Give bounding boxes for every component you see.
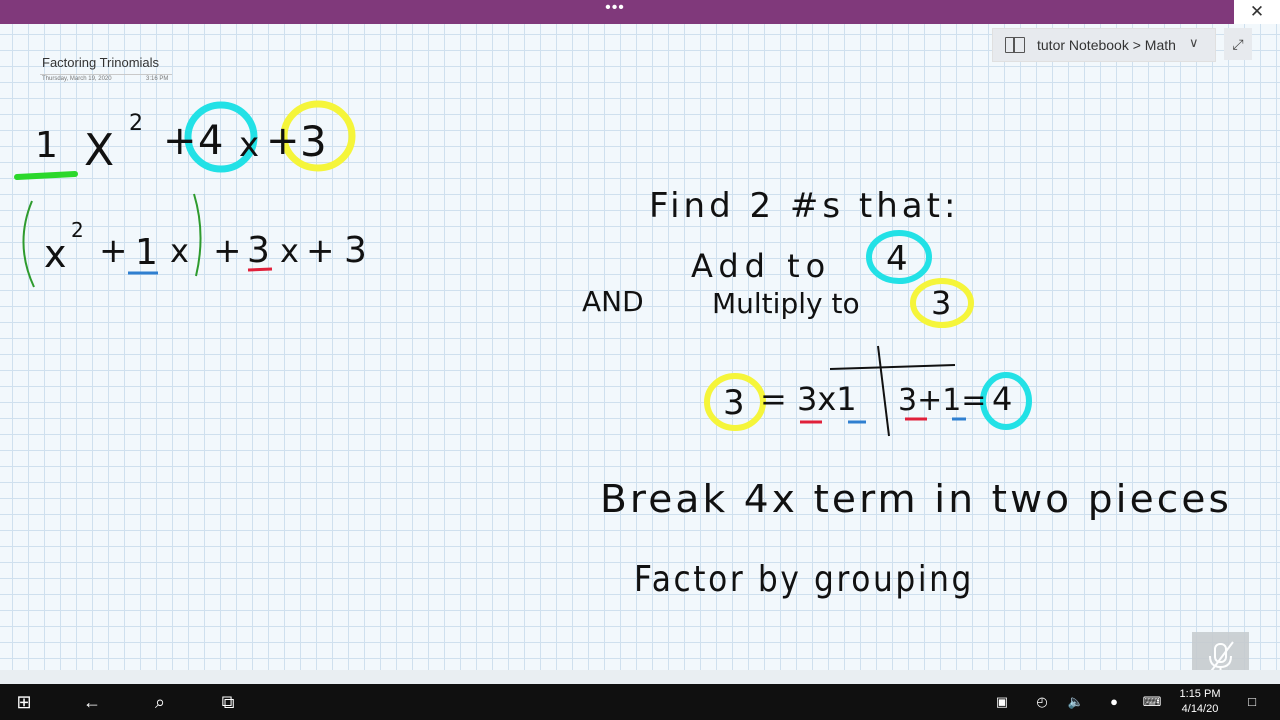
ink-3: 3 bbox=[300, 117, 327, 166]
green-paren-close bbox=[193, 193, 202, 277]
taskbar: ⊞ ← ⌕ ⧉ ▣ ◴ 🔈 ● ⌨ 1:15 PM 4/14/20 □ bbox=[0, 684, 1280, 720]
battery-icon[interactable]: ▣ bbox=[990, 684, 1014, 720]
horizontal-scrollbar[interactable] bbox=[0, 670, 1280, 684]
wifi-icon[interactable]: ◴ bbox=[1030, 684, 1054, 720]
close-button[interactable]: ✕ bbox=[1234, 0, 1280, 24]
green-underline bbox=[14, 171, 78, 180]
back-arrow-icon[interactable]: ← bbox=[68, 684, 116, 720]
t-chart-horizontal bbox=[829, 364, 956, 370]
ink-sum: 3+1= bbox=[898, 383, 986, 418]
clock-date: 4/14/20 bbox=[1181, 703, 1219, 715]
microphone-icon[interactable]: ● bbox=[1102, 684, 1126, 720]
ink-exponent-2: 2 bbox=[129, 111, 143, 136]
ink-x3: x bbox=[44, 232, 67, 276]
ink-1: 1 bbox=[135, 232, 158, 273]
ink-plus3: + bbox=[99, 231, 128, 271]
title-bar: ••• ✕ bbox=[0, 0, 1280, 24]
ink-x2: x bbox=[239, 125, 259, 165]
ink-product-rhs: = 3x1 bbox=[760, 380, 857, 418]
ink-factor: Factor by grouping bbox=[634, 559, 974, 600]
ink-3c: 3 bbox=[344, 230, 367, 271]
note-canvas[interactable]: Factoring Trinomials Thursday, March 19,… bbox=[0, 24, 1280, 684]
search-icon[interactable]: ⌕ bbox=[136, 684, 184, 720]
ink-multiply: Multiply to bbox=[712, 287, 860, 320]
ink-x4: x bbox=[170, 232, 189, 270]
ink-x: X bbox=[84, 125, 114, 176]
ink-4: 4 bbox=[198, 118, 223, 164]
ink-find: Find 2 #s that: bbox=[649, 186, 959, 226]
ink-plus5: + bbox=[306, 231, 335, 271]
ink-layer: 1 X 2 + 4 x + 3 x 2 + 1 x + 3 x + 3 Find… bbox=[14, 100, 1232, 600]
ink-and: AND bbox=[582, 285, 644, 318]
ink-break: Break 4x term in two pieces bbox=[600, 477, 1232, 521]
notifications-icon[interactable]: □ bbox=[1238, 684, 1266, 720]
ink-product-lhs: 3 bbox=[723, 383, 745, 423]
t-chart-vertical bbox=[877, 345, 890, 437]
more-options-dots[interactable]: ••• bbox=[598, 0, 632, 24]
task-view-icon[interactable]: ⧉ bbox=[204, 684, 252, 720]
start-button[interactable]: ⊞ bbox=[0, 684, 48, 720]
green-paren bbox=[22, 200, 35, 288]
red-underline-3 bbox=[247, 267, 273, 272]
ink-add: Add to bbox=[691, 247, 831, 285]
ink-x5: x bbox=[280, 232, 299, 270]
ink-plus2: + bbox=[266, 118, 300, 164]
volume-icon[interactable]: 🔈 bbox=[1064, 684, 1088, 720]
ink-add-value: 4 bbox=[886, 239, 908, 279]
ink-sum-value: 4 bbox=[992, 380, 1012, 418]
ink-multiply-value: 3 bbox=[931, 284, 951, 322]
keyboard-icon[interactable]: ⌨ bbox=[1138, 684, 1166, 720]
system-clock[interactable]: 1:15 PM 4/14/20 bbox=[1170, 687, 1230, 717]
ink-coef-1: 1 bbox=[35, 125, 58, 166]
ink-3b: 3 bbox=[247, 230, 270, 271]
ink-exp2: 2 bbox=[71, 218, 84, 242]
clock-time: 1:15 PM bbox=[1179, 688, 1221, 700]
ink-plus: + bbox=[163, 118, 197, 164]
ink-plus4: + bbox=[213, 231, 242, 271]
